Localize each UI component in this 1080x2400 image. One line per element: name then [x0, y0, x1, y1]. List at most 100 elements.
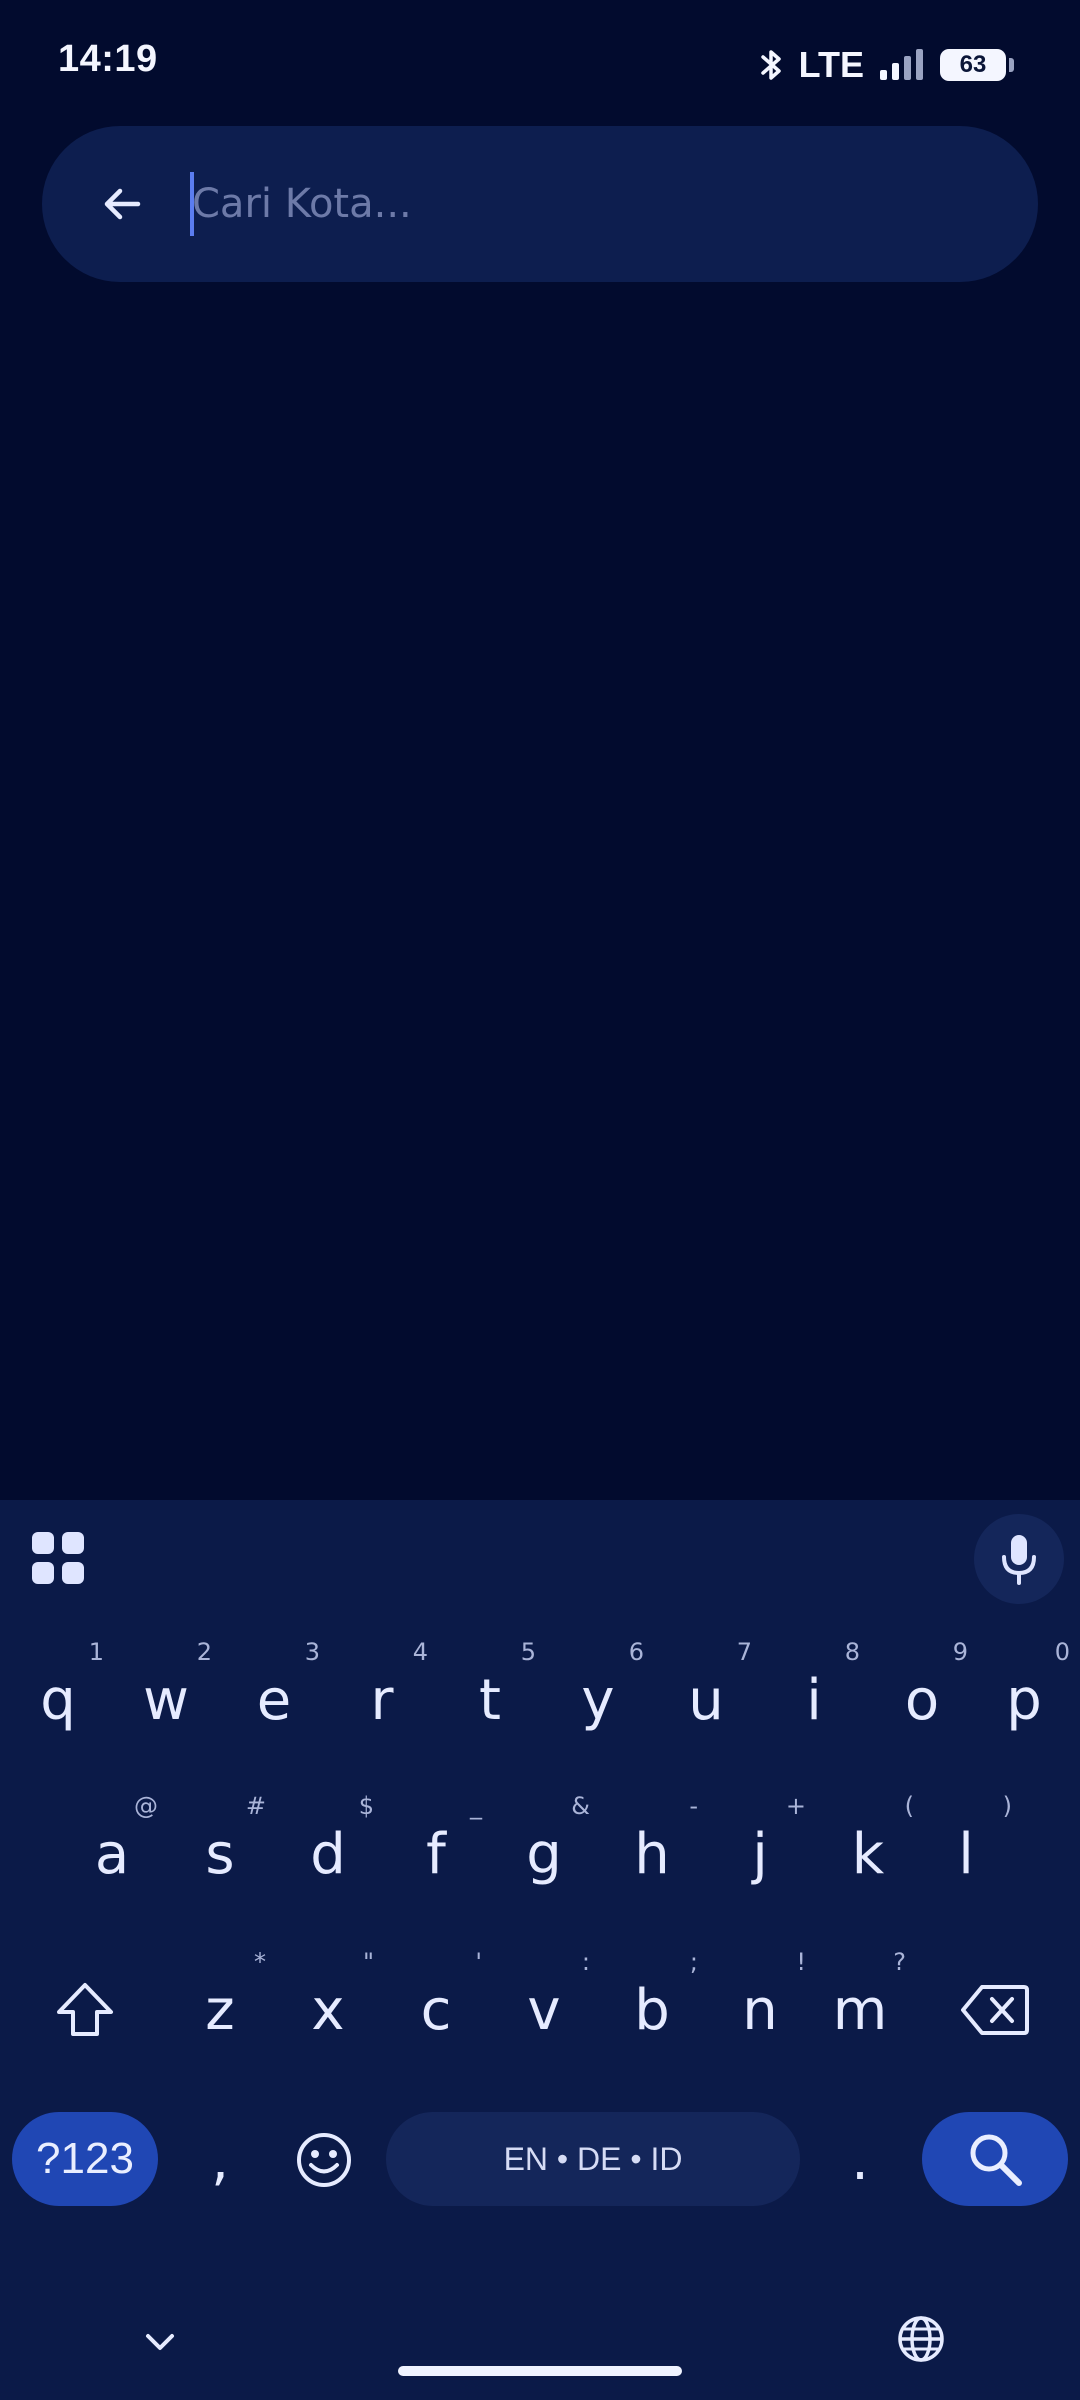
key-hint: _: [470, 1792, 482, 1820]
key-n[interactable]: n!: [706, 1940, 814, 2080]
key-hint: +: [785, 1792, 806, 1820]
key-label: r: [370, 1667, 394, 1733]
key-m[interactable]: m?: [806, 1940, 914, 2080]
microphone-icon: [1002, 1535, 1036, 1585]
key-e[interactable]: e3: [220, 1630, 328, 1770]
key-label: b: [634, 1977, 670, 2043]
search-bar: [42, 126, 1038, 282]
key-label: n: [742, 1977, 778, 2043]
key-g[interactable]: g &: [490, 1784, 598, 1924]
key-hint: -: [689, 1792, 698, 1820]
key-p[interactable]: p0: [970, 1630, 1078, 1770]
key-label: v: [527, 1977, 561, 2043]
key-label: k: [851, 1821, 885, 1887]
key-label: s: [205, 1821, 235, 1887]
key-a[interactable]: a @: [58, 1784, 166, 1924]
key-r[interactable]: r4: [328, 1630, 436, 1770]
emoji-icon: [297, 2133, 351, 2187]
key-label: l: [958, 1821, 974, 1887]
key-x[interactable]: x ": [274, 1940, 382, 2080]
key-hint: #: [245, 1792, 266, 1820]
key-k[interactable]: k(: [814, 1784, 922, 1924]
voice-input-button[interactable]: [974, 1514, 1064, 1604]
key-b[interactable]: b;: [598, 1940, 706, 2080]
apps-grid-icon[interactable]: [30, 1530, 88, 1588]
key-c[interactable]: c ': [382, 1940, 490, 2080]
key-i[interactable]: i8: [760, 1630, 868, 1770]
key-hint: &: [571, 1792, 590, 1820]
comma-key[interactable]: ,: [168, 2100, 272, 2220]
key-hint: 4: [412, 1638, 428, 1666]
key-hint: ?: [893, 1948, 906, 1976]
key-q[interactable]: q1: [4, 1630, 112, 1770]
arrow-left-icon: [104, 188, 141, 220]
key-label: w: [143, 1667, 189, 1733]
key-hint: 8: [844, 1638, 860, 1666]
key-label: p: [1006, 1667, 1042, 1733]
status-icons: LTE 63: [759, 44, 1014, 86]
key-h[interactable]: h-: [598, 1784, 706, 1924]
key-d[interactable]: d $: [274, 1784, 382, 1924]
key-hint: 9: [952, 1638, 968, 1666]
key-label: o: [904, 1667, 940, 1733]
key-label: g: [526, 1821, 562, 1887]
key-label: i: [806, 1667, 822, 1733]
home-indicator[interactable]: [398, 2366, 682, 2376]
signal-icon: [878, 48, 926, 82]
search-input[interactable]: [192, 160, 992, 248]
symbols-key[interactable]: ?123: [12, 2112, 158, 2206]
key-t[interactable]: t5: [436, 1630, 544, 1770]
key-label: f: [426, 1821, 446, 1887]
key-v[interactable]: v:: [490, 1940, 598, 2080]
network-type: LTE: [798, 44, 864, 85]
battery-indicator: 63: [940, 49, 1014, 81]
key-label: c: [420, 1977, 452, 2043]
search-icon: [970, 2134, 1022, 2186]
key-label: d: [310, 1821, 346, 1887]
period-key[interactable]: .: [808, 2100, 912, 2220]
key-hint: !: [796, 1948, 806, 1976]
key-hint: *: [254, 1948, 266, 1976]
language-switch-button[interactable]: [896, 2314, 946, 2364]
key-label: y: [581, 1667, 615, 1733]
key-z[interactable]: z *: [166, 1940, 274, 2080]
key-y[interactable]: y6: [544, 1630, 652, 1770]
status-time: 14:19: [58, 38, 158, 80]
shift-key[interactable]: [30, 1940, 140, 2080]
backspace-icon: [961, 1985, 1029, 2035]
key-label: t: [479, 1667, 501, 1733]
key-hint: ": [362, 1948, 374, 1976]
back-button[interactable]: [82, 164, 162, 244]
bluetooth-icon: [759, 47, 785, 83]
key-hint: $: [358, 1792, 374, 1820]
key-hint: 1: [88, 1638, 104, 1666]
key-label: a: [94, 1821, 130, 1887]
key-w[interactable]: w2: [112, 1630, 220, 1770]
key-u[interactable]: u7: [652, 1630, 760, 1770]
key-label: q: [40, 1667, 76, 1733]
shift-icon: [57, 1983, 113, 2036]
hide-keyboard-button[interactable]: [138, 2320, 182, 2364]
emoji-key[interactable]: [272, 2100, 376, 2220]
key-j[interactable]: j +: [706, 1784, 814, 1924]
key-label: m: [832, 1977, 888, 2043]
search-action-key[interactable]: [922, 2112, 1068, 2206]
key-o[interactable]: o9: [868, 1630, 976, 1770]
key-label: e: [256, 1667, 292, 1733]
key-hint: :: [581, 1948, 590, 1976]
key-s[interactable]: s #: [166, 1784, 274, 1924]
backspace-key[interactable]: [936, 1940, 1054, 2080]
status-bar: 14:19 LTE 63: [0, 0, 1080, 130]
key-hint: ): [1002, 1792, 1012, 1820]
key-hint: 2: [196, 1638, 212, 1666]
space-key[interactable]: EN • DE • ID: [386, 2112, 800, 2206]
key-hint: 3: [304, 1638, 320, 1666]
globe-icon: [898, 2316, 944, 2362]
key-hint: ;: [689, 1948, 698, 1976]
key-hint: 0: [1054, 1638, 1070, 1666]
key-l[interactable]: l): [912, 1784, 1020, 1924]
key-label: j: [752, 1821, 768, 1887]
key-label: u: [688, 1667, 724, 1733]
key-f[interactable]: f _: [382, 1784, 490, 1924]
key-hint: @: [134, 1792, 158, 1820]
